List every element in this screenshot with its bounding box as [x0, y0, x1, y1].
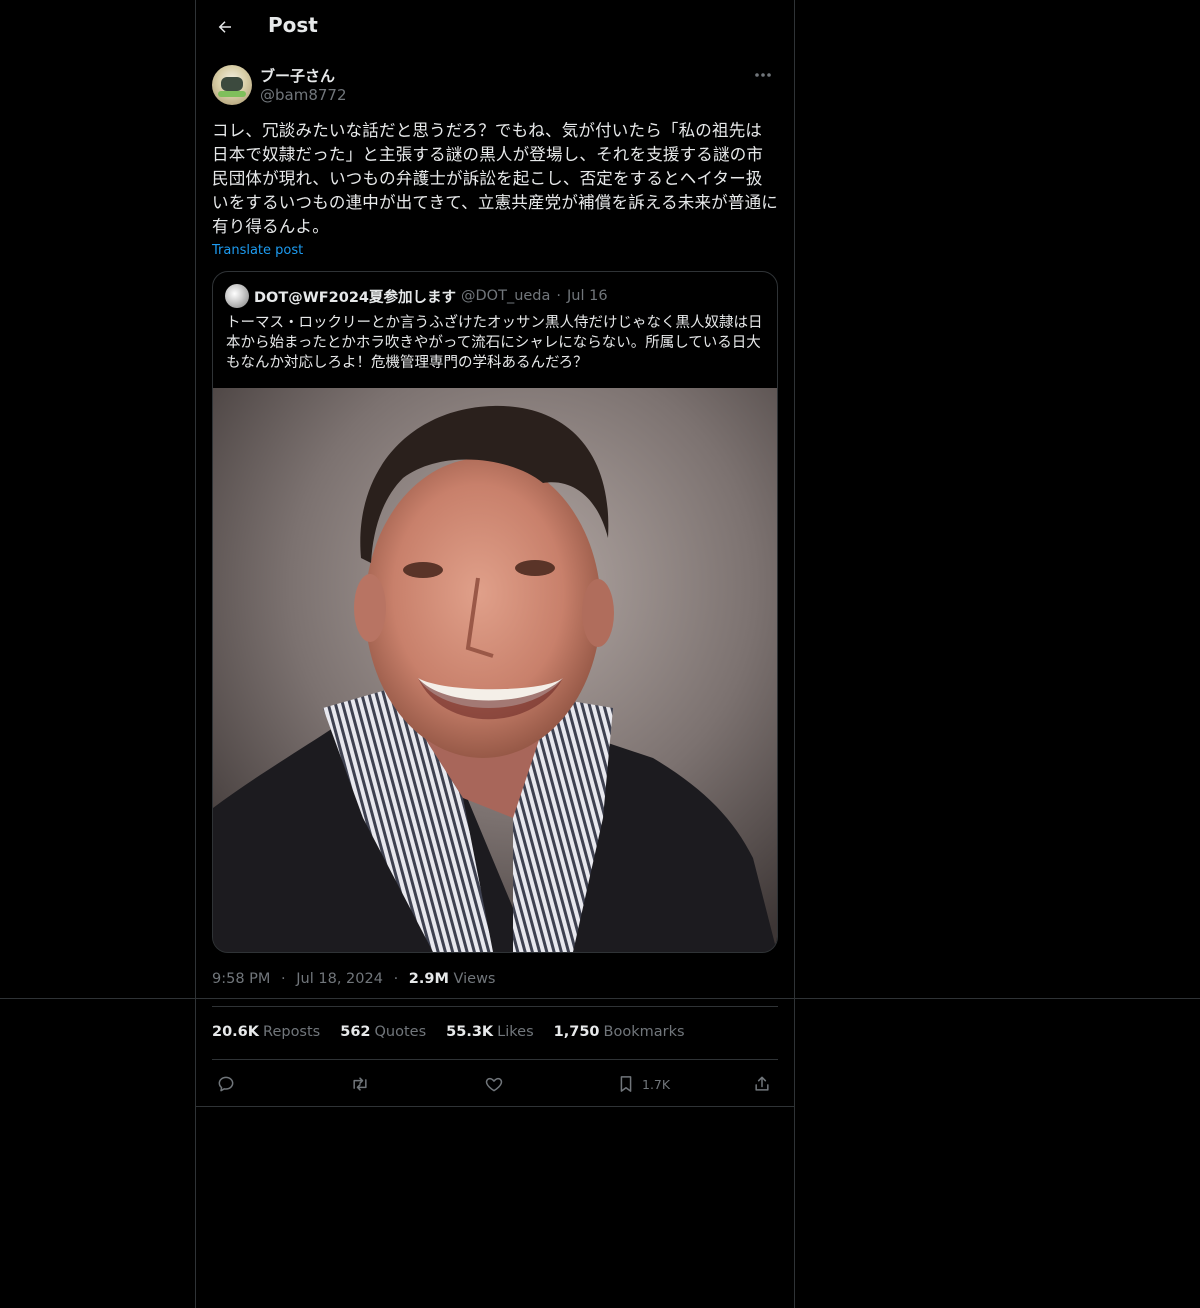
post-time[interactable]: 9:58 PM: [212, 971, 270, 987]
post-meta: 9:58 PM · Jul 18, 2024 · 2.9M Views: [212, 971, 495, 987]
main-column: Post ブー子さん @bam8772 コレ、冗談みたいな話だと思うだろ？でもね…: [195, 0, 795, 1308]
post-stats: 20.6K Reposts 562 Quotes 55.3K Likes 1,750 B…: [212, 1024, 705, 1040]
post-date[interactable]: Jul 18, 2024: [296, 971, 383, 987]
likes-count: 55.3K: [446, 1024, 494, 1040]
quoted-handle: @DOT_ueda: [461, 288, 551, 304]
bookmarks-label: Bookmarks: [603, 1024, 685, 1040]
avatar[interactable]: [212, 65, 252, 105]
divider: [196, 1106, 794, 1107]
likes-label: Likes: [497, 1024, 534, 1040]
views-count: 2.9M: [408, 971, 449, 987]
share-icon: [755, 1076, 769, 1091]
quoted-avatar: [225, 284, 249, 308]
views-label: Views: [453, 971, 496, 987]
meta-separator: ·: [281, 971, 286, 987]
likes-stat[interactable]: 55.3K Likes: [446, 1024, 533, 1040]
quoted-display-name: DOT@WF2024夏参加します: [254, 289, 457, 306]
quoted-post-text: トーマス・ロックリーとか言うふざけたオッサン黒人侍だけじゃなく黒人奴隷は日本から…: [226, 315, 763, 371]
more-icon: [755, 73, 771, 77]
post-author: ブー子さん @bam8772: [212, 64, 778, 108]
bookmarks-stat[interactable]: 1,750 Bookmarks: [554, 1024, 685, 1040]
page-header: Post: [196, 0, 794, 53]
meta-separator: ·: [393, 971, 399, 987]
share-button[interactable]: [752, 1070, 772, 1098]
reply-button[interactable]: [216, 1070, 236, 1098]
page-title: Post: [268, 13, 318, 37]
quotes-stat[interactable]: 562 Quotes: [340, 1024, 426, 1040]
repost-icon: [353, 1077, 367, 1091]
arrow-left-icon: [218, 21, 231, 33]
quoted-post-header: DOT@WF2024夏参加します @DOT_ueda · Jul 16: [225, 284, 608, 308]
quoted-post[interactable]: DOT@WF2024夏参加します @DOT_ueda · Jul 16 トーマス…: [212, 271, 778, 953]
repost-button[interactable]: [350, 1070, 370, 1098]
more-options-button[interactable]: [748, 64, 778, 86]
reposts-count: 20.6K: [212, 1024, 260, 1040]
quotes-count: 562: [340, 1024, 371, 1040]
author-display-name[interactable]: ブー子さん: [260, 65, 335, 86]
bookmark-count: 1.7K: [642, 1076, 671, 1092]
reposts-stat[interactable]: 20.6K Reposts: [212, 1024, 320, 1040]
heart-icon: [485, 1077, 503, 1092]
reply-icon: [218, 1076, 234, 1092]
bookmarks-count: 1,750: [553, 1024, 600, 1040]
quotes-label: Quotes: [374, 1024, 427, 1040]
divider: [212, 1006, 778, 1007]
portrait-photo: [213, 388, 777, 952]
quoted-post-image[interactable]: [213, 388, 777, 952]
like-button[interactable]: [484, 1070, 504, 1098]
author-handle[interactable]: @bam8772: [260, 86, 347, 104]
bookmark-button[interactable]: 1.7K: [616, 1070, 670, 1098]
post-text: コレ、冗談みたいな話だと思うだろ？でもね、気が付いたら「私の祖先は日本で奴隷だっ…: [212, 121, 778, 236]
quoted-separator: ·: [556, 288, 562, 304]
bookmark-icon: [620, 1076, 632, 1092]
quoted-date: Jul 16: [567, 288, 608, 304]
back-button[interactable]: [208, 10, 242, 44]
translate-post-link[interactable]: Translate post: [212, 243, 303, 258]
action-bar: 1.7K: [212, 1070, 778, 1098]
reposts-label: Reposts: [263, 1024, 321, 1040]
divider: [212, 1059, 778, 1060]
